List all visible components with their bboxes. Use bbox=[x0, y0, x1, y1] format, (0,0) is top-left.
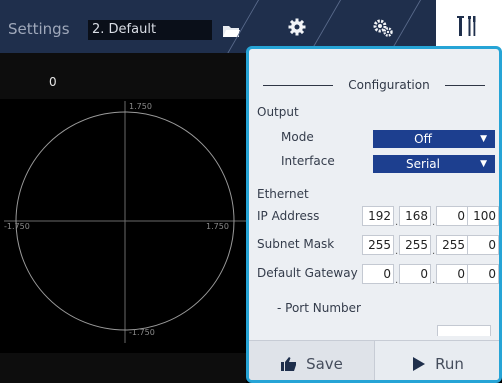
gateway-octet-3[interactable]: 0 bbox=[436, 264, 468, 284]
mode-label: Mode bbox=[281, 130, 314, 144]
ip-octet-3[interactable]: 0 bbox=[436, 206, 468, 226]
port-number-field[interactable] bbox=[437, 325, 491, 336]
run-button[interactable]: Run bbox=[374, 341, 499, 380]
tick-label-left: -1.750 bbox=[4, 222, 30, 231]
save-label: Save bbox=[306, 355, 343, 373]
subnet-octet-4[interactable]: 0 bbox=[467, 235, 499, 255]
action-bar: Save Run bbox=[249, 340, 499, 380]
configuration-title: Configuration bbox=[348, 78, 430, 92]
ip-octet-1[interactable]: 192 bbox=[362, 206, 394, 226]
gateway-octet-2[interactable]: 0 bbox=[399, 264, 431, 284]
output-heading: Output bbox=[257, 105, 299, 119]
app-title: Settings bbox=[8, 20, 70, 38]
tools-icon[interactable] bbox=[456, 14, 478, 42]
configuration-header: Configuration bbox=[263, 76, 485, 94]
chevron-down-icon: ▼ bbox=[480, 159, 487, 169]
gears-icon[interactable] bbox=[372, 18, 394, 42]
polar-plot: 1.750 -1.750 -1.750 1.750 bbox=[4, 101, 246, 343]
polar-plot-panel: 0 1.750 -1.750 -1.750 1.750 bbox=[0, 53, 246, 383]
subnet-octet-1[interactable]: 255 bbox=[362, 235, 394, 255]
configuration-panel: Configuration Output Mode Off ▼ Interfac… bbox=[246, 46, 502, 383]
subnet-octet-3[interactable]: 255 bbox=[436, 235, 468, 255]
plot-footer bbox=[0, 353, 246, 383]
interface-value: Serial bbox=[406, 157, 440, 171]
tick-label-top: 1.750 bbox=[129, 102, 152, 111]
subnet-mask-label: Subnet Mask bbox=[257, 237, 335, 251]
ip-address-label: IP Address bbox=[257, 209, 320, 223]
chevron-down-icon: ▼ bbox=[480, 134, 487, 144]
ip-octet-2[interactable]: 168 bbox=[399, 206, 431, 226]
interface-select[interactable]: Serial ▼ bbox=[373, 155, 495, 173]
save-button[interactable]: Save bbox=[249, 341, 374, 380]
folder-icon[interactable] bbox=[222, 23, 240, 42]
gateway-octet-1[interactable]: 0 bbox=[362, 264, 394, 284]
interface-label: Interface bbox=[281, 154, 335, 168]
mode-value: Off bbox=[414, 132, 432, 146]
gear-icon[interactable] bbox=[288, 18, 306, 40]
subnet-octet-2[interactable]: 255 bbox=[399, 235, 431, 255]
port-number-label: - Port Number bbox=[277, 301, 361, 315]
ethernet-heading: Ethernet bbox=[257, 187, 309, 201]
tick-label-right: 1.750 bbox=[206, 222, 229, 231]
ip-octet-4[interactable]: 100 bbox=[467, 206, 499, 226]
profile-name-field[interactable]: 2. Default bbox=[88, 20, 212, 40]
tick-label-bottom: -1.750 bbox=[129, 328, 155, 337]
play-icon bbox=[413, 357, 426, 371]
mode-select[interactable]: Off ▼ bbox=[373, 130, 495, 148]
gateway-octet-4[interactable]: 0 bbox=[467, 264, 499, 284]
save-icon bbox=[281, 357, 297, 371]
default-gateway-label: Default Gateway bbox=[257, 266, 358, 280]
run-label: Run bbox=[435, 355, 464, 373]
